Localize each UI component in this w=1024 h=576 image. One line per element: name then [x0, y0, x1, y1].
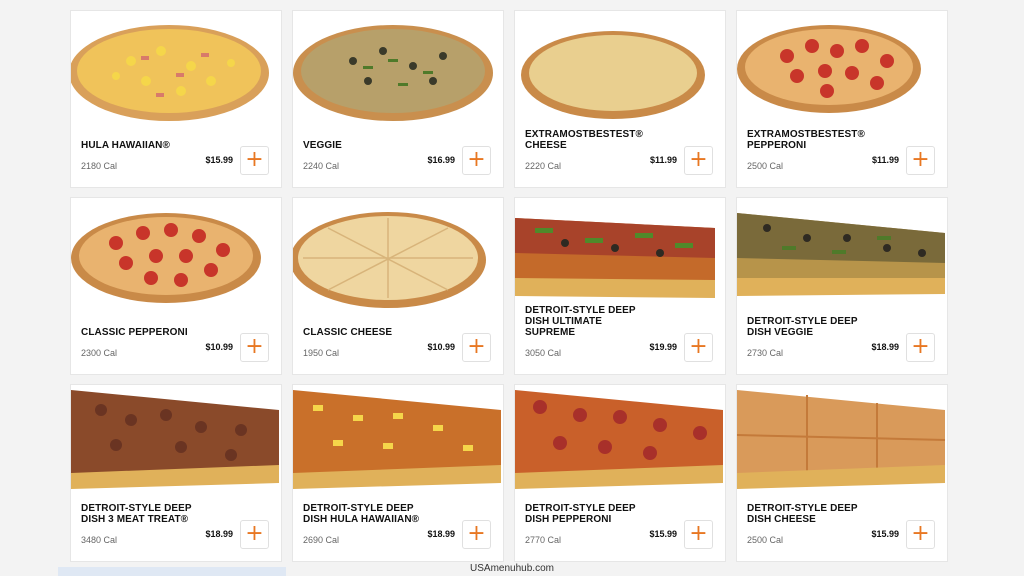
item-calories: 2770 Cal — [525, 535, 562, 545]
add-to-cart-button[interactable]: + — [240, 333, 269, 362]
menu-card-deep-dish-ultimate-supreme[interactable]: DETROIT-STYLE DEEP DISH ULTIMATE SUPREME… — [514, 197, 726, 375]
add-to-cart-button[interactable]: + — [906, 520, 935, 549]
menu-card-deep-dish-3-meat-treat[interactable]: DETROIT-STYLE DEEP DISH 3 MEAT TREAT® 34… — [70, 384, 282, 562]
item-name: EXTRAMOSTBESTEST® PEPPERONI — [747, 129, 865, 151]
plus-icon: + — [245, 521, 264, 546]
item-calories: 2180 Cal — [81, 161, 118, 171]
item-price: $10.99 — [205, 342, 233, 352]
add-to-cart-button[interactable]: + — [240, 146, 269, 175]
menu-card-deep-dish-cheese[interactable]: DETROIT-STYLE DEEP DISH CHEESE 2500 Cal … — [736, 384, 948, 562]
item-price: $18.99 — [427, 529, 455, 539]
item-calories: 1950 Cal — [303, 348, 340, 358]
item-name: CLASSIC PEPPERONI — [81, 327, 188, 338]
pizza-image — [71, 385, 283, 503]
item-name: VEGGIE — [303, 140, 342, 151]
item-price: $19.99 — [649, 342, 677, 352]
item-name: DETROIT-STYLE DEEP DISH ULTIMATE SUPREME — [525, 305, 636, 338]
item-calories: 2690 Cal — [303, 535, 340, 545]
item-price: $15.99 — [649, 529, 677, 539]
plus-icon: + — [467, 521, 486, 546]
pizza-image — [515, 385, 727, 503]
item-price: $11.99 — [649, 155, 677, 165]
item-price: $15.99 — [871, 529, 899, 539]
add-to-cart-button[interactable]: + — [684, 333, 713, 362]
item-calories: 2240 Cal — [303, 161, 340, 171]
menu-grid: HULA HAWAIIAN® 2180 Cal $15.99 + VEGGIE … — [62, 0, 962, 576]
pizza-image — [71, 198, 283, 316]
item-calories: 2220 Cal — [525, 161, 562, 171]
add-to-cart-button[interactable]: + — [462, 146, 491, 175]
plus-icon: + — [245, 334, 264, 359]
add-to-cart-button[interactable]: + — [906, 333, 935, 362]
plus-icon: + — [689, 521, 708, 546]
item-name: DETROIT-STYLE DEEP DISH VEGGIE — [747, 316, 858, 338]
item-name: DETROIT-STYLE DEEP DISH HULA HAWAIIAN® — [303, 503, 420, 525]
item-name: CLASSIC CHEESE — [303, 327, 393, 338]
item-price: $11.99 — [871, 155, 899, 165]
pizza-image — [515, 198, 727, 316]
plus-icon: + — [245, 147, 264, 172]
plus-icon: + — [689, 334, 708, 359]
item-name: DETROIT-STYLE DEEP DISH CHEESE — [747, 503, 858, 525]
item-calories: 2730 Cal — [747, 348, 784, 358]
menu-card-deep-dish-hula-hawaiian[interactable]: DETROIT-STYLE DEEP DISH HULA HAWAIIAN® 2… — [292, 384, 504, 562]
menu-page: HULA HAWAIIAN® 2180 Cal $15.99 + VEGGIE … — [0, 0, 1024, 576]
plus-icon: + — [911, 147, 930, 172]
item-name: DETROIT-STYLE DEEP DISH 3 MEAT TREAT® — [81, 503, 192, 525]
plus-icon: + — [911, 334, 930, 359]
menu-card-extramostbestest-cheese[interactable]: EXTRAMOSTBESTEST® CHEESE 2220 Cal $11.99… — [514, 10, 726, 188]
pizza-image — [737, 198, 949, 316]
plus-icon: + — [467, 334, 486, 359]
plus-icon: + — [689, 147, 708, 172]
item-name: EXTRAMOSTBESTEST® CHEESE — [525, 129, 643, 151]
item-calories: 2300 Cal — [81, 348, 118, 358]
menu-card-classic-cheese[interactable]: CLASSIC CHEESE 1950 Cal $10.99 + — [292, 197, 504, 375]
item-price: $16.99 — [427, 155, 455, 165]
item-name: HULA HAWAIIAN® — [81, 140, 170, 151]
menu-card-deep-dish-pepperoni[interactable]: DETROIT-STYLE DEEP DISH PEPPERONI 2770 C… — [514, 384, 726, 562]
pizza-image — [293, 11, 505, 129]
menu-card-extramostbestest-pepperoni[interactable]: EXTRAMOSTBESTEST® PEPPERONI 2500 Cal $11… — [736, 10, 948, 188]
item-price: $10.99 — [427, 342, 455, 352]
watermark-text: USAmenuhub.com — [470, 563, 554, 574]
menu-card-deep-dish-veggie[interactable]: DETROIT-STYLE DEEP DISH VEGGIE 2730 Cal … — [736, 197, 948, 375]
menu-card-hula-hawaiian[interactable]: HULA HAWAIIAN® 2180 Cal $15.99 + — [70, 10, 282, 188]
item-calories: 3480 Cal — [81, 535, 118, 545]
add-to-cart-button[interactable]: + — [684, 520, 713, 549]
item-name: DETROIT-STYLE DEEP DISH PEPPERONI — [525, 503, 636, 525]
add-to-cart-button[interactable]: + — [462, 333, 491, 362]
menu-card-classic-pepperoni[interactable]: CLASSIC PEPPERONI 2300 Cal $10.99 + — [70, 197, 282, 375]
item-price: $15.99 — [205, 155, 233, 165]
item-price: $18.99 — [205, 529, 233, 539]
plus-icon: + — [911, 521, 930, 546]
menu-card-veggie[interactable]: VEGGIE 2240 Cal $16.99 + — [292, 10, 504, 188]
add-to-cart-button[interactable]: + — [240, 520, 269, 549]
pizza-image — [293, 385, 505, 503]
item-price: $18.99 — [871, 342, 899, 352]
pizza-image — [293, 198, 505, 316]
pizza-image — [515, 11, 727, 129]
item-calories: 2500 Cal — [747, 161, 784, 171]
plus-icon: + — [467, 147, 486, 172]
pizza-image — [71, 11, 283, 129]
pizza-image — [737, 385, 949, 503]
add-to-cart-button[interactable]: + — [462, 520, 491, 549]
item-calories: 3050 Cal — [525, 348, 562, 358]
pizza-image — [737, 11, 949, 129]
add-to-cart-button[interactable]: + — [684, 146, 713, 175]
add-to-cart-button[interactable]: + — [906, 146, 935, 175]
item-calories: 2500 Cal — [747, 535, 784, 545]
